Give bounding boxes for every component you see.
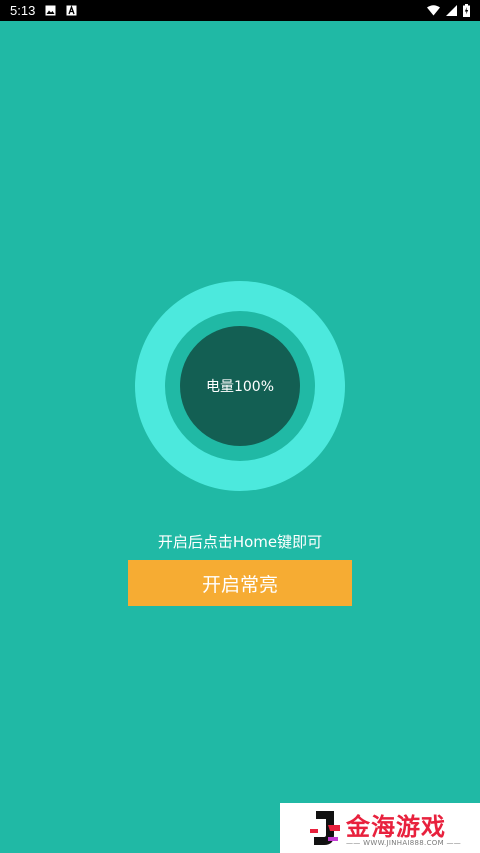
hint-text: 开启后点击Home键即可 xyxy=(157,533,323,551)
keep-screen-on-button-label: 开启常亮 xyxy=(201,573,278,596)
battery-level-circle: 电量100% xyxy=(180,326,300,446)
status-right xyxy=(427,0,470,21)
battery-charging-icon xyxy=(463,4,470,17)
status-time: 5:13 xyxy=(10,3,36,18)
keep-screen-on-button[interactable]: 开启常亮 xyxy=(128,560,352,606)
signal-icon xyxy=(446,5,457,16)
status-bar: 5:13 xyxy=(0,0,480,21)
image-icon xyxy=(45,5,56,16)
watermark-url: —— WWW.JINHAI888.COM —— xyxy=(346,839,462,847)
status-left: 5:13 xyxy=(10,0,77,21)
wifi-icon xyxy=(427,5,440,16)
watermark-logo-icon xyxy=(308,807,342,849)
battery-level-label: 电量100% xyxy=(205,379,275,395)
watermark-title: 金海游戏 xyxy=(346,813,446,841)
a-badge-icon xyxy=(66,5,77,16)
watermark: 金海游戏 —— WWW.JINHAI888.COM —— xyxy=(280,803,480,853)
